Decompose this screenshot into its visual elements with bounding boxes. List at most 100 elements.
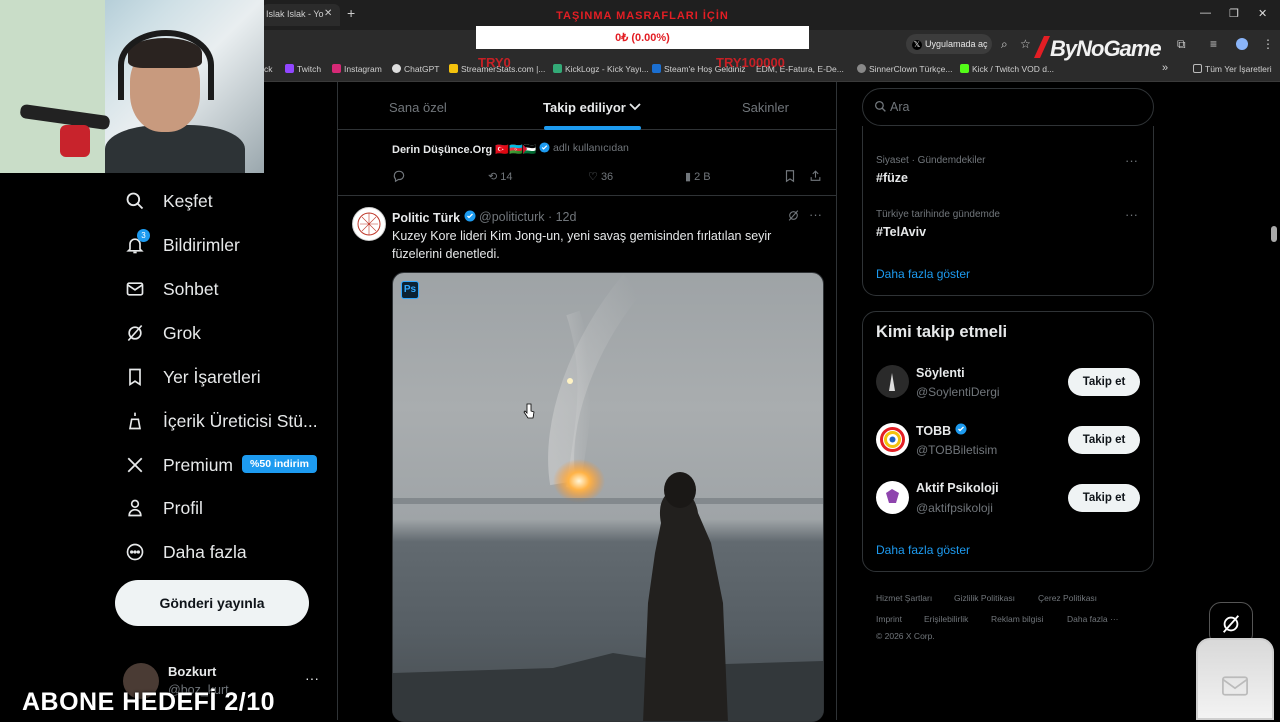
bookmark-kicklogz[interactable]: KickLogz - Kick Yayı... xyxy=(553,64,649,74)
bookmark-twitch[interactable]: Twitch xyxy=(285,64,321,74)
nav-premium[interactable]: Premium xyxy=(124,450,233,480)
account-more-icon[interactable]: ··· xyxy=(305,670,319,686)
post-more-icon[interactable]: ··· xyxy=(809,207,822,222)
footer-link[interactable]: Çerez Politikası xyxy=(1038,593,1097,603)
browser-menu-icon[interactable]: ⋮ xyxy=(1262,37,1274,51)
sponsor-logo: ByNoGame xyxy=(1028,32,1178,71)
who-to-follow-show-more-link[interactable]: Daha fazla göster xyxy=(876,543,970,557)
nav-label: İçerik Üreticisi Stü... xyxy=(163,410,318,431)
trend-more-icon[interactable]: ··· xyxy=(1125,207,1138,222)
folder-icon xyxy=(1193,64,1202,73)
feed-tabs: Sana özel Takip ediliyor Sakinler xyxy=(338,82,837,130)
post-button[interactable]: Gönderi yayınla xyxy=(115,580,309,626)
tab-residents[interactable]: Sakinler xyxy=(742,100,789,115)
post-author-avatar[interactable] xyxy=(352,207,386,241)
post-author[interactable]: Politic Türk xyxy=(392,210,476,225)
divider xyxy=(338,195,837,196)
post-text: Kuzey Kore lideri Kim Jong-un, yeni sava… xyxy=(392,229,772,261)
new-tab-button[interactable]: + xyxy=(347,5,355,21)
trend-item[interactable]: #füze xyxy=(876,171,908,185)
share-icon[interactable] xyxy=(809,169,822,186)
trend-more-icon[interactable]: ··· xyxy=(1125,153,1138,168)
nav-label: Profil xyxy=(163,497,203,518)
follow-avatar[interactable] xyxy=(876,481,909,514)
flags: 🇹🇷🇦🇿🇵🇸 xyxy=(495,144,537,156)
close-tab-icon[interactable]: ✕ xyxy=(324,8,332,19)
nav-label: Daha fazla xyxy=(163,541,247,562)
donation-progress-text: 0₺ (0.00%) xyxy=(615,32,670,44)
follow-button[interactable]: Takip et xyxy=(1068,484,1140,512)
more-circle-icon xyxy=(124,541,146,563)
bookmark-instagram[interactable]: Instagram xyxy=(332,64,382,74)
chart-icon: ▮ xyxy=(685,171,692,183)
grok-explain-icon[interactable] xyxy=(787,209,800,225)
previous-post-subtext: adlı kullanıcıdan xyxy=(553,142,629,154)
bookmark-post-icon[interactable] xyxy=(784,169,796,186)
all-bookmarks-label: Tüm Yer İşaretleri xyxy=(1205,64,1272,74)
post-author-handle[interactable]: @politicturk · 12d xyxy=(479,210,576,224)
footer-link[interactable]: Daha fazla ··· xyxy=(1067,614,1119,624)
previous-author-name: Derin Düşünce.Org xyxy=(392,144,493,156)
chevron-down-icon[interactable] xyxy=(629,102,642,112)
reply-icon[interactable] xyxy=(392,169,406,186)
follow-avatar[interactable] xyxy=(876,423,909,456)
person-icon xyxy=(124,497,146,519)
kick-icon xyxy=(960,64,969,73)
footer-link[interactable]: Reklam bilgisi xyxy=(991,614,1043,624)
follow-button[interactable]: Takip et xyxy=(1068,426,1140,454)
views-button[interactable]: ▮ 2 B xyxy=(685,170,711,183)
x-logo-icon: 𝕏 xyxy=(912,40,922,50)
repost-button[interactable]: ⟲ 14 xyxy=(488,170,513,183)
nav-bookmarks[interactable]: Yer İşaretleri xyxy=(124,362,261,392)
grok-icon xyxy=(124,322,146,344)
scrollbar-thumb[interactable] xyxy=(1271,226,1277,242)
profile-avatar-icon[interactable] xyxy=(1236,38,1248,50)
follow-avatar[interactable] xyxy=(876,365,909,398)
mail-icon xyxy=(1222,676,1248,696)
trends-show-more-link[interactable]: Daha fazla göster xyxy=(876,267,970,281)
notification-count-badge: 3 xyxy=(137,229,150,242)
nav-label: Grok xyxy=(163,322,201,343)
footer-link[interactable]: Gizlilik Politikası xyxy=(954,593,1015,603)
kicklogz-icon xyxy=(553,64,562,73)
tab-title: Islak Islak - Yo xyxy=(266,9,324,19)
messages-drawer[interactable] xyxy=(1196,638,1274,720)
bookmark-fragment[interactable]: ck xyxy=(264,64,273,74)
zoom-icon[interactable]: ⌕ xyxy=(1001,37,1008,52)
maximize-icon[interactable]: ❐ xyxy=(1229,7,1239,20)
extensions-icon[interactable]: ⧉ xyxy=(1177,37,1186,52)
open-in-app-button[interactable]: 𝕏 Uygulamada aç xyxy=(906,34,992,54)
nav-label: Sohbet xyxy=(163,278,219,299)
follow-button[interactable]: Takip et xyxy=(1068,368,1140,396)
nav-messages[interactable]: Sohbet xyxy=(124,274,218,304)
follow-name[interactable]: Aktif Psikoloji xyxy=(916,481,999,495)
stats-icon xyxy=(449,64,458,73)
active-tab-indicator xyxy=(544,126,641,130)
footer-link[interactable]: Hizmet Şartları xyxy=(876,593,932,603)
previous-post-author[interactable]: Derin Düşünce.Org 🇹🇷🇦🇿🇵🇸 xyxy=(392,142,551,156)
copyright-text: © 2026 X Corp. xyxy=(876,631,935,641)
bookmark-chatgpt[interactable]: ChatGPT xyxy=(392,64,439,74)
repost-icon: ⟲ xyxy=(488,171,498,183)
bookmark-label: Twitch xyxy=(297,64,322,74)
minimize-icon[interactable]: — xyxy=(1200,7,1211,19)
all-bookmarks-button[interactable]: Tüm Yer İşaretleri xyxy=(1193,64,1272,74)
trend-item[interactable]: #TelAviv xyxy=(876,225,926,239)
media-icon[interactable]: ≡ xyxy=(1210,37,1217,51)
nav-more[interactable]: Daha fazla xyxy=(124,537,247,567)
tab-following[interactable]: Takip ediliyor xyxy=(543,100,642,115)
nav-profile[interactable]: Profil xyxy=(124,493,203,523)
footer-link[interactable]: Imprint xyxy=(876,614,902,624)
post-image[interactable]: Ps xyxy=(392,272,824,722)
nav-grok[interactable]: Grok xyxy=(124,318,201,348)
tab-for-you[interactable]: Sana özel xyxy=(389,100,447,115)
follow-name[interactable]: TOBB xyxy=(916,423,967,438)
open-in-app-label: Uygulamada aç xyxy=(925,39,988,49)
window-close-icon[interactable]: ✕ xyxy=(1258,7,1267,20)
bookmark-sinnerclown[interactable]: SinnerClown Türkçe... xyxy=(857,64,952,74)
like-button[interactable]: ♡ 36 xyxy=(588,170,613,183)
nav-explore[interactable]: Keşfet xyxy=(124,186,213,216)
follow-name[interactable]: Söylenti xyxy=(916,366,965,380)
nav-creator-studio[interactable]: İçerik Üreticisi Stü... xyxy=(124,406,318,436)
footer-link[interactable]: Erişilebilirlik xyxy=(924,614,968,624)
